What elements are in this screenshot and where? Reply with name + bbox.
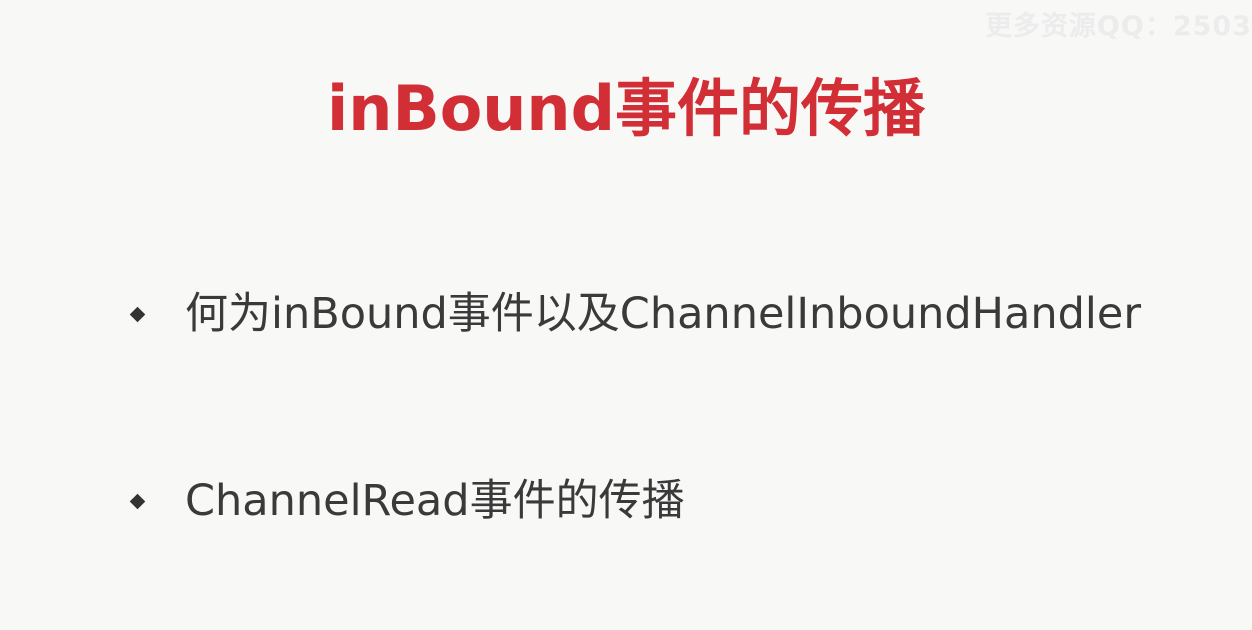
diamond-bullet-icon bbox=[130, 494, 145, 509]
bullet-item: ChannelRead事件的传播 bbox=[130, 472, 685, 530]
bullet-text: ChannelRead事件的传播 bbox=[185, 476, 685, 526]
bullet-item: 何为inBound事件以及ChannelInboundHandler bbox=[130, 285, 1141, 343]
watermark-text: 更多资源QQ：2503 bbox=[984, 11, 1252, 42]
bullet-text: 何为inBound事件以及ChannelInboundHandler bbox=[185, 289, 1141, 339]
slide-title: inBound事件的传播 bbox=[327, 72, 925, 145]
diamond-bullet-icon bbox=[130, 307, 145, 322]
